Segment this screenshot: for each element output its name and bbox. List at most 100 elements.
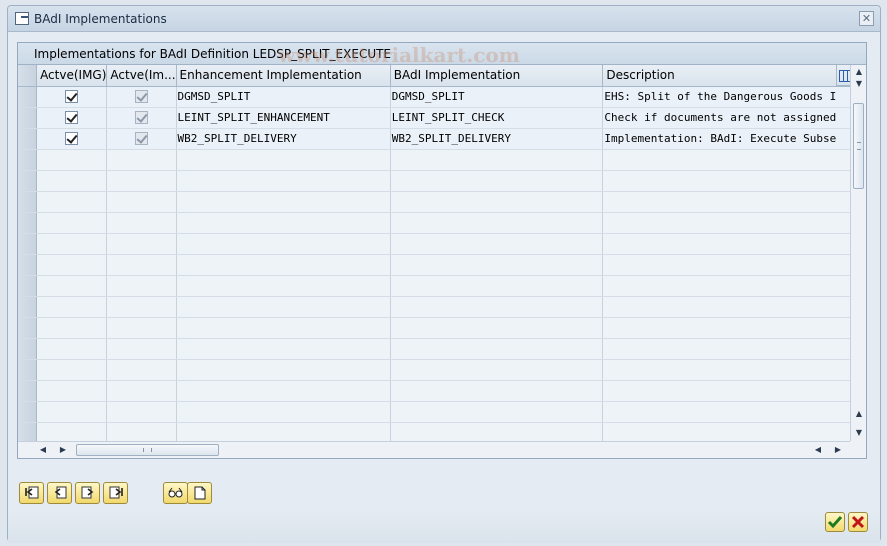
empty-table-row[interactable] [18,401,852,423]
empty-cell[interactable] [176,359,391,381]
empty-table-row[interactable] [18,170,852,192]
table-row[interactable]: LEINT_SPLIT_ENHANCEMENT LEINT_SPLIT_CHECK… [18,107,852,129]
row-selector[interactable] [18,401,38,423]
empty-cell[interactable] [106,233,177,255]
previous-page-button[interactable] [47,482,72,504]
vertical-scroll-thumb[interactable] [853,103,864,189]
enhancement-implementation-cell[interactable]: WB2_SPLIT_DELIVERY [176,128,391,150]
empty-cell[interactable] [390,275,604,297]
row-selector[interactable] [18,233,38,255]
empty-cell[interactable] [36,233,108,255]
empty-cell[interactable] [36,149,108,171]
empty-cell[interactable] [106,338,177,360]
create-button[interactable] [187,482,212,504]
row-selector[interactable] [18,317,38,339]
enhancement-implementation-cell[interactable]: LEINT_SPLIT_ENHANCEMENT [176,107,391,129]
ok-button[interactable] [825,512,845,532]
empty-table-row[interactable] [18,317,852,339]
row-selector[interactable] [18,191,38,213]
empty-cell[interactable] [602,359,852,381]
description-cell[interactable]: Implementation: BAdI: Execute Subse [602,128,852,150]
empty-cell[interactable] [176,296,391,318]
empty-cell[interactable] [106,254,177,276]
empty-cell[interactable] [390,422,604,443]
empty-cell[interactable] [176,338,391,360]
next-page-button[interactable] [75,482,100,504]
column-header-active-impl[interactable]: Actve(Im... [106,65,177,87]
empty-cell[interactable] [36,401,108,423]
row-selector[interactable] [18,107,38,129]
empty-cell[interactable] [36,296,108,318]
empty-cell[interactable] [176,422,391,443]
empty-cell[interactable] [602,380,852,402]
empty-cell[interactable] [36,170,108,192]
column-header-enhancement-implementation[interactable]: Enhancement Implementation [176,65,391,87]
empty-cell[interactable] [176,233,391,255]
scroll-page-right-icon[interactable]: ▶ [833,444,843,456]
active-img-cell[interactable] [36,128,108,150]
empty-cell[interactable] [106,191,177,213]
display-details-button[interactable] [163,482,188,504]
empty-cell[interactable] [176,275,391,297]
empty-cell[interactable] [390,191,604,213]
horizontal-scrollbar[interactable]: ◀ ▶ ◀ ▶ [18,441,852,458]
empty-table-row[interactable] [18,359,852,381]
description-cell[interactable]: Check if documents are not assigned [602,107,852,129]
empty-cell[interactable] [106,170,177,192]
scroll-down-icon[interactable]: ▼ [854,79,864,89]
empty-cell[interactable] [36,191,108,213]
empty-cell[interactable] [176,254,391,276]
empty-cell[interactable] [176,401,391,423]
row-selector[interactable] [18,254,38,276]
column-header-description[interactable]: Description [602,65,852,87]
row-selector[interactable] [18,359,38,381]
checkbox-active-img[interactable] [65,132,79,146]
enhancement-implementation-cell[interactable]: DGMSD_SPLIT [176,86,391,108]
vertical-scrollbar[interactable]: ▲ ▼ ▲ ▼ [850,65,866,443]
first-page-button[interactable] [19,482,44,504]
column-header-badi-implementation[interactable]: BAdI Implementation [390,65,604,87]
empty-cell[interactable] [106,212,177,234]
empty-cell[interactable] [106,275,177,297]
badi-implementation-cell[interactable]: WB2_SPLIT_DELIVERY [390,128,604,150]
table-row[interactable]: WB2_SPLIT_DELIVERY WB2_SPLIT_DELIVERY Impl… [18,128,852,150]
empty-table-row[interactable] [18,254,852,276]
empty-cell[interactable] [106,359,177,381]
empty-cell[interactable] [106,296,177,318]
empty-table-row[interactable] [18,212,852,234]
empty-table-row[interactable] [18,338,852,360]
empty-table-row[interactable] [18,296,852,318]
empty-cell[interactable] [390,338,604,360]
empty-cell[interactable] [36,380,108,402]
scroll-right-icon[interactable]: ▶ [58,444,68,456]
empty-cell[interactable] [106,380,177,402]
empty-cell[interactable] [176,191,391,213]
empty-cell[interactable] [390,254,604,276]
empty-cell[interactable] [390,401,604,423]
empty-cell[interactable] [176,212,391,234]
empty-table-row[interactable] [18,380,852,402]
empty-cell[interactable] [390,149,604,171]
select-all-cell[interactable] [18,65,38,87]
empty-cell[interactable] [602,254,852,276]
row-selector[interactable] [18,380,38,402]
empty-cell[interactable] [106,317,177,339]
empty-table-row[interactable] [18,149,852,171]
empty-cell[interactable] [106,149,177,171]
row-selector[interactable] [18,422,38,443]
active-img-cell[interactable] [36,86,108,108]
row-selector[interactable] [18,149,38,171]
active-img-cell[interactable] [36,107,108,129]
empty-cell[interactable] [36,212,108,234]
checkbox-active-img[interactable] [65,111,79,125]
last-page-button[interactable] [103,482,128,504]
badi-implementation-cell[interactable]: LEINT_SPLIT_CHECK [390,107,604,129]
empty-cell[interactable] [390,359,604,381]
empty-cell[interactable] [176,317,391,339]
empty-cell[interactable] [602,170,852,192]
empty-cell[interactable] [602,191,852,213]
empty-cell[interactable] [602,212,852,234]
empty-cell[interactable] [106,422,177,443]
row-selector[interactable] [18,170,38,192]
cancel-button[interactable] [848,512,868,532]
